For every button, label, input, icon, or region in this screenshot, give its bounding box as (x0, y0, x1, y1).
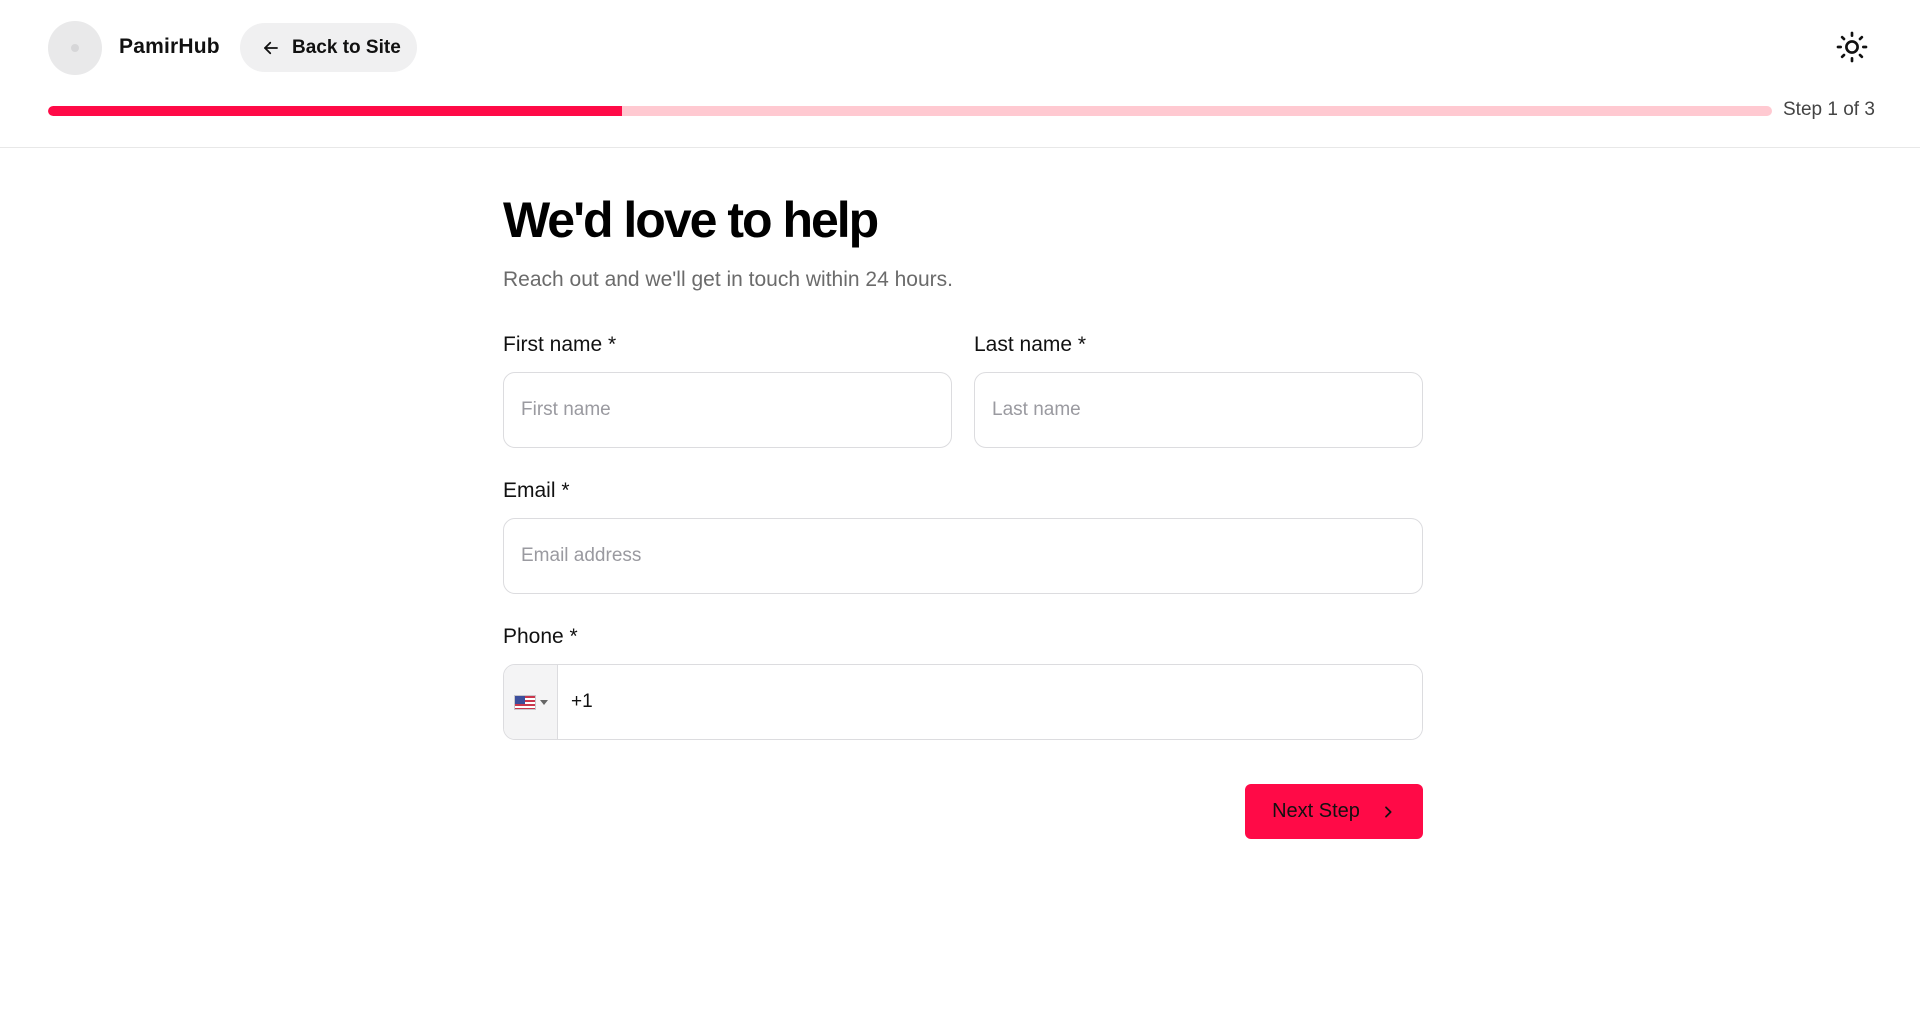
first-name-label: First name * (503, 333, 617, 356)
back-to-site-label: Back to Site (292, 36, 401, 58)
email-input[interactable] (503, 518, 1423, 594)
form-actions: Next Step (503, 784, 1423, 839)
brand-name: PamirHub (119, 35, 220, 58)
country-code-select[interactable] (504, 665, 558, 739)
caret-down-icon (539, 699, 548, 705)
phone-group: Phone * (503, 624, 1423, 740)
chevron-right-icon (1385, 805, 1392, 818)
sun-icon (1836, 31, 1868, 63)
phone-input[interactable] (558, 665, 1422, 739)
step-indicator: Step 1 of 3 (1783, 99, 1875, 120)
phone-label: Phone * (503, 625, 578, 648)
logo[interactable] (48, 21, 102, 75)
page-title: We'd love to help (503, 192, 879, 248)
progress-fill (48, 106, 623, 116)
email-group: Email * (503, 478, 1423, 594)
contact-form: We'd love to help Reach out and we'll ge… (503, 190, 1423, 839)
theme-toggle-button[interactable] (1834, 29, 1870, 65)
phone-field (503, 664, 1423, 740)
page-subtitle: Reach out and we'll get in touch within … (503, 268, 953, 291)
first-name-input[interactable] (503, 372, 952, 448)
logo-placeholder-icon (71, 44, 79, 52)
name-row: First name * Last name * (503, 332, 1423, 448)
last-name-label: Last name * (974, 333, 1087, 356)
last-name-group: Last name * (974, 332, 1423, 448)
progress-bar (48, 106, 1772, 116)
us-flag-icon (513, 694, 536, 710)
arrow-left-icon (264, 41, 278, 54)
next-step-label: Next Step (1272, 800, 1360, 822)
last-name-input[interactable] (974, 372, 1423, 448)
next-step-button[interactable]: Next Step (1245, 784, 1423, 839)
first-name-group: First name * (503, 332, 952, 448)
back-to-site-button[interactable]: Back to Site (240, 23, 417, 72)
email-label: Email * (503, 479, 570, 502)
header: PamirHub Back to Site Step 1 of 3 (0, 0, 1920, 148)
